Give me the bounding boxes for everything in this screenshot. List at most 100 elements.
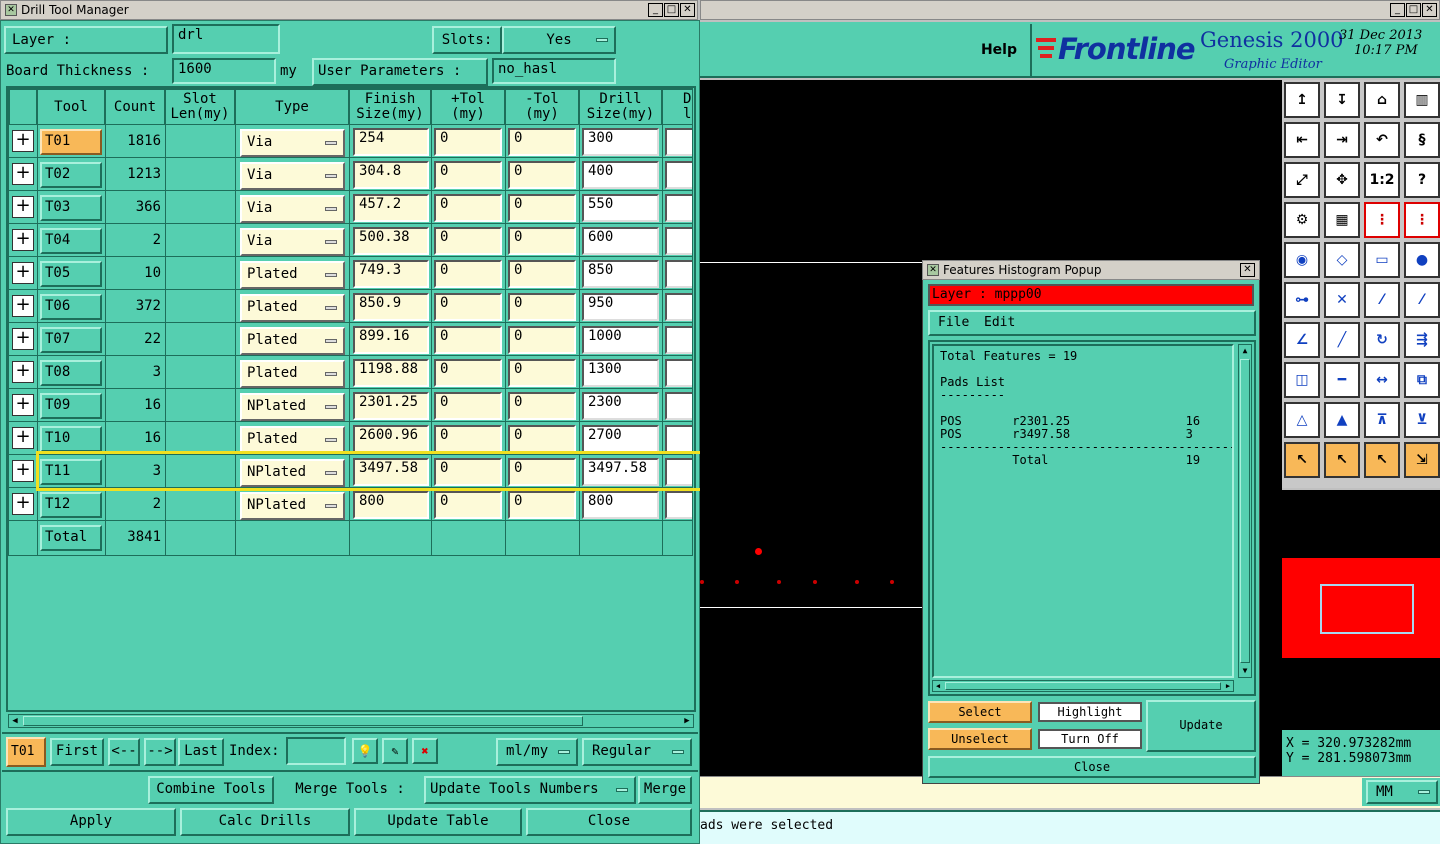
maximize-button[interactable]: □ xyxy=(1406,3,1421,17)
type-dropdown[interactable]: NPlated xyxy=(240,492,345,520)
tool-button[interactable]: T05 xyxy=(40,261,102,287)
plus-tol-input[interactable]: 0 xyxy=(434,293,502,321)
drill-size-input[interactable]: 1000 xyxy=(582,326,659,354)
minus-tol-input[interactable]: 0 xyxy=(508,260,576,288)
update-table-button[interactable]: Update Table xyxy=(354,808,522,836)
select-button[interactable]: Select xyxy=(928,701,1032,723)
index-input[interactable] xyxy=(286,737,346,765)
plus-tol-input[interactable]: 0 xyxy=(434,194,502,222)
expand-icon[interactable]: + xyxy=(12,394,34,416)
pointer3-icon[interactable]: ↖ xyxy=(1364,442,1400,478)
expand-icon[interactable]: + xyxy=(12,427,34,449)
extra-column-input[interactable] xyxy=(665,491,692,519)
drill-manager-titlebar[interactable]: ✕ Drill Tool Manager _ □ ✕ xyxy=(0,0,698,20)
expand-icon[interactable]: + xyxy=(12,163,34,185)
prev-button[interactable]: <-- xyxy=(108,738,140,766)
scroll-right-icon[interactable]: ▶ xyxy=(1223,681,1233,691)
extra-column-input[interactable] xyxy=(665,260,692,288)
type-dropdown[interactable]: Plated xyxy=(240,360,345,388)
minus-tol-input[interactable]: 0 xyxy=(508,326,576,354)
expand-icon[interactable]: + xyxy=(12,295,34,317)
layer-input[interactable]: drl xyxy=(172,24,280,54)
extra-column-input[interactable] xyxy=(665,161,692,189)
expand-icon[interactable]: + xyxy=(12,196,34,218)
group-icon[interactable]: ⧉ xyxy=(1404,362,1440,398)
pan-icon[interactable]: ✥ xyxy=(1324,162,1360,198)
step-left-icon[interactable]: ⇤ xyxy=(1284,122,1320,158)
finish-size-input[interactable]: 800 xyxy=(353,491,429,519)
route-icon[interactable]: § xyxy=(1404,122,1440,158)
triangle2-icon[interactable]: ▲ xyxy=(1324,402,1360,438)
update-button[interactable]: Update xyxy=(1146,700,1256,752)
panel-icon[interactable]: ▥ xyxy=(1404,82,1440,118)
home-icon[interactable]: ⌂ xyxy=(1364,82,1400,118)
expand-icon[interactable]: + xyxy=(12,460,34,482)
help-icon[interactable]: ? xyxy=(1404,162,1440,198)
type-dropdown[interactable]: Plated xyxy=(240,261,345,289)
edit-icon[interactable]: ✎ xyxy=(382,738,408,764)
extra-column-input[interactable] xyxy=(665,194,692,222)
expand-icon[interactable]: + xyxy=(12,130,34,152)
window-menu-icon[interactable]: ✕ xyxy=(5,4,17,16)
plus-tol-input[interactable]: 0 xyxy=(434,491,502,519)
resize-icon[interactable]: ⇲ xyxy=(1404,442,1440,478)
report-hscrollbar[interactable]: ◀ ▶ xyxy=(932,680,1234,692)
expand-icon[interactable]: + xyxy=(12,328,34,350)
next-button[interactable]: --> xyxy=(144,738,176,766)
tool-button[interactable]: T01 xyxy=(40,129,102,155)
plus-tol-input[interactable]: 0 xyxy=(434,359,502,387)
expand-icon[interactable]: + xyxy=(12,361,34,383)
menu-file[interactable]: File xyxy=(938,314,969,332)
scroll-up-icon[interactable]: ▲ xyxy=(1239,345,1251,357)
view-rectangle[interactable] xyxy=(1320,584,1414,634)
drill-size-input[interactable]: 800 xyxy=(582,491,659,519)
minus-tol-input[interactable]: 0 xyxy=(508,425,576,453)
diag-icon[interactable]: ╱ xyxy=(1324,322,1360,358)
tool-button[interactable]: T08 xyxy=(40,360,102,386)
drill-size-input[interactable]: 850 xyxy=(582,260,659,288)
snap-icon[interactable]: ◫ xyxy=(1284,362,1320,398)
triangle-icon[interactable]: △ xyxy=(1284,402,1320,438)
combine-tools-button[interactable]: Combine Tools xyxy=(148,776,274,804)
minus-tol-input[interactable]: 0 xyxy=(508,491,576,519)
expand-icon[interactable]: + xyxy=(12,229,34,251)
scroll-left-icon[interactable]: ◀ xyxy=(933,681,943,691)
minus-tol-input[interactable]: 0 xyxy=(508,161,576,189)
mini-map[interactable] xyxy=(1282,490,1440,730)
finish-size-input[interactable]: 254 xyxy=(353,128,429,156)
arch2-icon[interactable]: ⊻ xyxy=(1404,402,1440,438)
type-dropdown[interactable]: Via xyxy=(240,195,345,223)
finish-size-input[interactable]: 850.9 xyxy=(353,293,429,321)
minus-tol-input[interactable]: 0 xyxy=(508,194,576,222)
finish-size-input[interactable]: 1198.88 xyxy=(353,359,429,387)
first-button[interactable]: First xyxy=(50,738,104,766)
type-dropdown[interactable]: Plated xyxy=(240,327,345,355)
extra-column-input[interactable] xyxy=(665,128,692,156)
ruler-icon[interactable]: ▭ xyxy=(1364,242,1400,278)
scroll-down-icon[interactable]: ▼ xyxy=(1239,665,1251,677)
type-dropdown[interactable]: Via xyxy=(240,129,345,157)
drill-size-input[interactable]: 600 xyxy=(582,227,659,255)
tool-button[interactable]: T03 xyxy=(40,195,102,221)
pointer-icon[interactable]: ↖ xyxy=(1284,442,1320,478)
plus-tol-input[interactable]: 0 xyxy=(434,326,502,354)
finish-size-input[interactable]: 2600.96 xyxy=(353,425,429,453)
measure-icon[interactable]: ↔ xyxy=(1364,362,1400,398)
hline-icon[interactable]: ━ xyxy=(1324,362,1360,398)
finish-size-input[interactable]: 749.3 xyxy=(353,260,429,288)
connect-icon[interactable]: ⊶ xyxy=(1284,282,1320,318)
scale-icon[interactable]: 1:2 xyxy=(1364,162,1400,198)
drill-size-input[interactable]: 550 xyxy=(582,194,659,222)
apply-button[interactable]: Apply xyxy=(6,808,176,836)
menu-edit[interactable]: Edit xyxy=(984,314,1015,332)
help-button[interactable]: Help xyxy=(970,38,1028,62)
extra-column-input[interactable] xyxy=(665,425,692,453)
scroll-thumb[interactable] xyxy=(23,716,583,726)
finish-size-input[interactable]: 304.8 xyxy=(353,161,429,189)
slots-dropdown[interactable]: Yes xyxy=(502,26,616,54)
settings-icon[interactable]: ⚙ xyxy=(1284,202,1320,238)
pad-icon[interactable]: ◉ xyxy=(1284,242,1320,278)
units-dropdown[interactable]: ml/my xyxy=(496,738,578,766)
calc-drills-button[interactable]: Calc Drills xyxy=(180,808,350,836)
extra-column-input[interactable] xyxy=(665,359,692,387)
